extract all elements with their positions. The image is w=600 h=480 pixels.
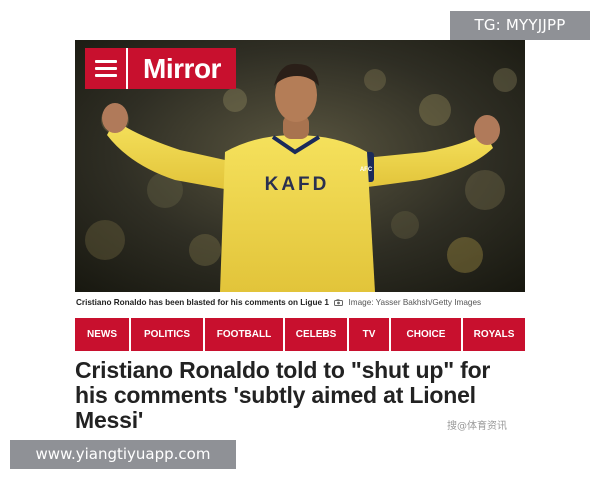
- nav-item-royals[interactable]: ROYALS: [463, 318, 525, 351]
- image-caption: Cristiano Ronaldo has been blasted for h…: [75, 292, 525, 314]
- nav-item-news[interactable]: NEWS: [75, 318, 129, 351]
- nav-item-choice[interactable]: CHOICE: [391, 318, 461, 351]
- menu-button[interactable]: [85, 48, 128, 89]
- nav-item-football[interactable]: FOOTBALL: [205, 318, 283, 351]
- captain-armband-text: AFC: [360, 167, 373, 173]
- nav-item-celebs[interactable]: CELEBS: [285, 318, 347, 351]
- mirror-brand: Mirror: [85, 48, 236, 89]
- mirror-logo[interactable]: Mirror: [128, 48, 236, 89]
- nav-item-politics[interactable]: POLITICS: [131, 318, 203, 351]
- kit-sponsor-text: KAFD: [265, 174, 330, 195]
- hero-image: KAFD AFC Mirror: [75, 40, 525, 292]
- watermark-bottom: www.yiangtiyuapp.com: [10, 440, 236, 469]
- caption-credit: Image: Yasser Bakhsh/Getty Images: [348, 298, 482, 307]
- watermark-top: TG: MYYJJPP: [450, 11, 590, 40]
- camera-icon: [334, 292, 344, 314]
- article-card: KAFD AFC Mirror Cristiano Ronaldo has be…: [75, 40, 525, 440]
- caption-text: Cristiano Ronaldo has been blasted for h…: [76, 298, 329, 307]
- menu-icon: [94, 60, 117, 77]
- nav-item-tv[interactable]: TV: [349, 318, 389, 351]
- source-stamp: 搜@体育资讯: [447, 421, 507, 432]
- section-nav: NEWS POLITICS FOOTBALL CELEBS TV CHOICE …: [75, 318, 525, 351]
